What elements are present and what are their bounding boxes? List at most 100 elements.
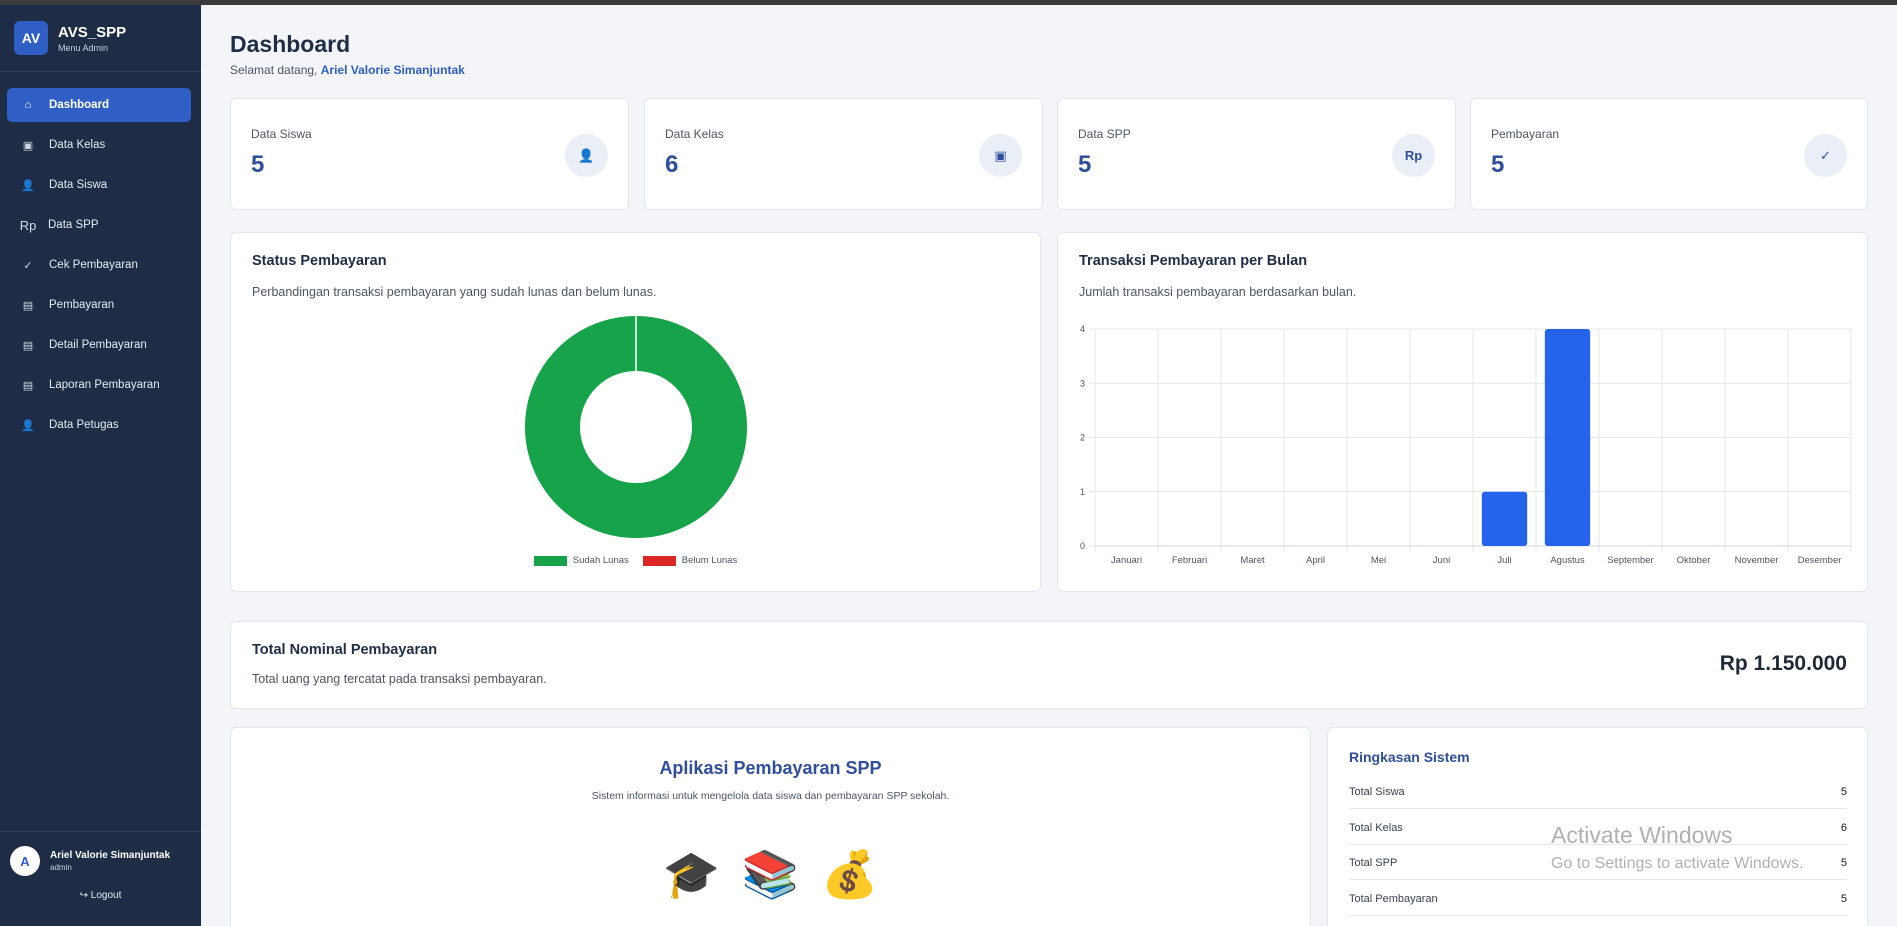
summary-row: Total Pembayaran 5 [1349, 893, 1847, 916]
check-icon: ✓ [23, 259, 33, 272]
stat-label: Data Kelas [665, 127, 724, 141]
sidebar-item-data-kelas[interactable]: ▣ Data Kelas [7, 128, 191, 162]
stat-card-data-spp: Data SPP 5 Rp [1057, 98, 1456, 210]
summary-label: Total Siswa [1349, 786, 1405, 798]
list-icon: ▤ [22, 379, 34, 392]
y-tick-label: 2 [1080, 433, 1085, 443]
total-nominal-card: Total Nominal Pembayaran Total uang yang… [230, 621, 1868, 709]
user-role: admin [50, 863, 72, 872]
rupiah-icon: Rp [19, 217, 37, 233]
stat-card-pembayaran: Pembayaran 5 ✓ [1470, 98, 1868, 210]
list-icon: ▤ [22, 299, 34, 312]
sidebar-item-detail-pembayaran[interactable]: ▤ Detail Pembayaran [7, 328, 191, 362]
x-tick-label: Mei [1371, 555, 1386, 566]
x-tick-label: September [1607, 555, 1653, 566]
legend-swatch [642, 555, 676, 566]
stat-card-data-siswa: Data Siswa 5 👤 [230, 98, 629, 210]
brand[interactable]: AV AVS_SPP Menu Admin [0, 5, 201, 72]
app-description: Sistem informasi untuk mengelola data si… [591, 790, 950, 802]
stat-label: Pembayaran [1491, 127, 1560, 141]
stat-value: 5 [1491, 151, 1505, 178]
monthly-transactions-card: Transaksi Pembayaran per Bulan Jumlah tr… [1057, 232, 1868, 592]
person-icon: 👤 [21, 179, 35, 192]
sidebar-item-label: Dashboard [49, 99, 110, 111]
sidebar-item-dashboard[interactable]: ⌂ Dashboard [7, 88, 191, 122]
sidebar-item-data-petugas[interactable]: 👤 Data Petugas [7, 408, 191, 442]
summary-value: 5 [1840, 786, 1847, 798]
window-top-bar [0, 0, 1897, 5]
stat-card-data-kelas: Data Kelas 6 ▣ [644, 98, 1043, 210]
sidebar-item-data-siswa[interactable]: 👤 Data Siswa [7, 168, 191, 202]
legend-swatch [533, 555, 567, 566]
brand-subtitle: Menu Admin [58, 42, 109, 53]
x-tick-label: April [1306, 555, 1325, 566]
check-icon: ✓ [1804, 134, 1847, 177]
y-tick-label: 1 [1080, 487, 1085, 497]
sidebar-item-data-spp[interactable]: Rp Data SPP [7, 208, 191, 242]
legend-label: Sudah Lunas [572, 555, 629, 566]
legend-item[interactable]: Belum Lunas [642, 555, 738, 566]
sidebar-item-label: Data Petugas [49, 419, 119, 431]
page-title: Dashboard [230, 31, 351, 57]
emoji-row: 🎓 📚 💰 [231, 851, 1310, 897]
bar-juli [1481, 491, 1528, 546]
stat-label: Data Siswa [251, 127, 312, 141]
x-tick-label: Juni [1433, 555, 1450, 566]
x-tick-label: Agustus [1550, 555, 1585, 566]
summary-label: Total Kelas [1349, 822, 1403, 834]
x-tick-label: Desember [1798, 555, 1842, 566]
sidebar-item-cek-pembayaran[interactable]: ✓ Cek Pembayaran [7, 248, 191, 282]
graduation-cap-icon: 🎓 [662, 848, 720, 900]
x-tick-label: Maret [1240, 555, 1265, 566]
stat-value: 5 [1078, 151, 1092, 178]
x-tick-label: Februari [1172, 555, 1207, 566]
app-info-card: Aplikasi Pembayaran SPP Sistem informasi… [230, 727, 1311, 926]
sidebar-item-label: Detail Pembayaran [49, 339, 147, 351]
card-description: Total uang yang tercatat pada transaksi … [252, 672, 547, 686]
sidebar-item-label: Laporan Pembayaran [49, 379, 160, 391]
legend-label: Belum Lunas [681, 555, 738, 566]
doughnut-chart [525, 316, 747, 538]
x-tick-label: Oktober [1677, 555, 1711, 566]
summary-value: 5 [1840, 893, 1847, 905]
summary-value: 6 [1840, 822, 1847, 834]
sidebar-item-label: Cek Pembayaran [49, 259, 138, 271]
logout-button[interactable]: ↪ Logout [0, 890, 201, 901]
user-name: Ariel Valorie Simanjuntak [50, 850, 171, 861]
brand-title: AVS_SPP [58, 23, 127, 41]
card-title: Total Nominal Pembayaran [252, 642, 438, 658]
summary-title: Ringkasan Sistem [1349, 749, 1470, 765]
legend-item[interactable]: Sudah Lunas [533, 555, 629, 566]
avatar: A [10, 846, 40, 876]
sidebar: AV AVS_SPP Menu Admin ⌂ Dashboard ▣ Data… [0, 5, 201, 926]
home-icon: ⌂ [24, 99, 32, 111]
y-tick-label: 4 [1080, 324, 1085, 334]
y-tick-label: 0 [1080, 541, 1085, 551]
welcome-user-name: Ariel Valorie Simanjuntak [320, 63, 465, 77]
stat-value: 6 [665, 151, 679, 178]
class-icon: ▣ [979, 134, 1022, 177]
x-tick-label: Januari [1111, 555, 1142, 566]
chart-legend: Sudah Lunas Belum Lunas [231, 555, 1040, 566]
stat-label: Data SPP [1078, 127, 1131, 141]
windows-activation-watermark: Activate Windows Go to Settings to activ… [1551, 822, 1804, 873]
app-title: Aplikasi Pembayaran SPP [659, 758, 882, 778]
y-tick-label: 3 [1080, 378, 1085, 388]
summary-row: Total Siswa 5 [1349, 786, 1847, 809]
x-tick-label: November [1735, 555, 1779, 566]
rupiah-icon: Rp [1392, 134, 1435, 177]
x-tick-label: Juli [1497, 555, 1511, 566]
sidebar-item-label: Data SPP [48, 219, 99, 231]
summary-label: Total SPP [1349, 857, 1398, 869]
person-icon: 👤 [565, 134, 608, 177]
watermark-title: Activate Windows [1551, 822, 1733, 848]
sidebar-item-laporan-pembayaran[interactable]: ▤ Laporan Pembayaran [7, 368, 191, 402]
sidebar-item-label: Pembayaran [49, 299, 115, 311]
status-pembayaran-card: Status Pembayaran Perbandingan transaksi… [230, 232, 1041, 592]
watermark-subtitle: Go to Settings to activate Windows. [1551, 855, 1804, 872]
class-icon: ▣ [22, 139, 34, 152]
sidebar-item-label: Data Siswa [49, 179, 108, 191]
total-amount: Rp 1.150.000 [1719, 652, 1847, 675]
sidebar-item-pembayaran[interactable]: ▤ Pembayaran [7, 288, 191, 322]
person-icon: 👤 [21, 419, 35, 432]
